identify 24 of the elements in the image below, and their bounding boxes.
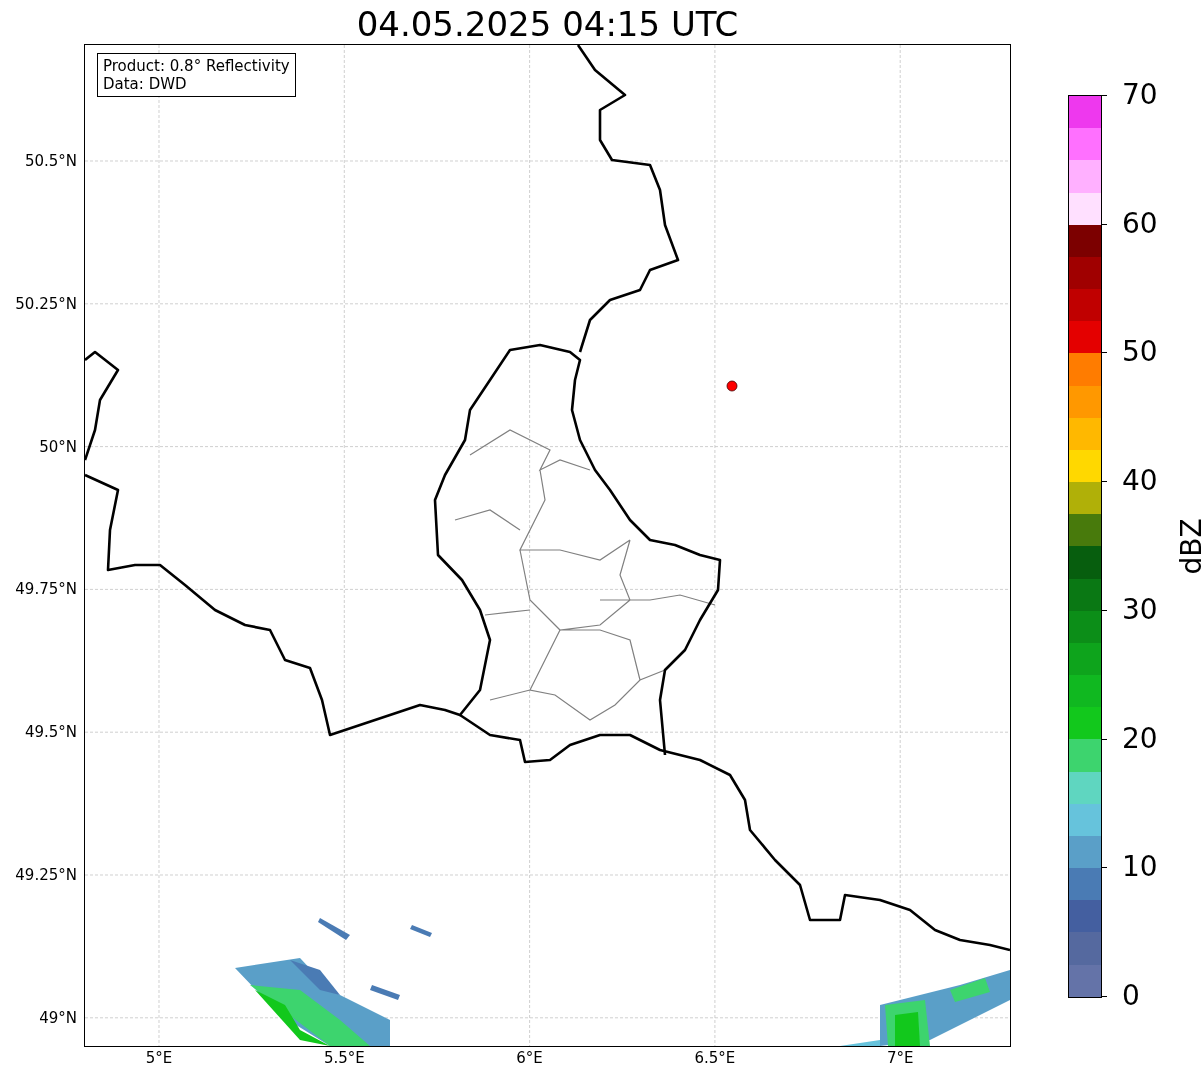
latitude-label: 50.25°N <box>15 294 77 313</box>
latitude-label: 49.5°N <box>24 723 77 742</box>
colorbar-tick-label: 0 <box>1122 980 1140 1012</box>
longitude-label: 5.5°E <box>322 1049 366 1067</box>
longitude-label: 7°E <box>885 1049 915 1067</box>
colorbar-tick-label: 50 <box>1122 336 1158 369</box>
latitude-label: 49.25°N <box>15 866 77 884</box>
colorbar-tick-label: 30 <box>1122 593 1158 626</box>
latitude-label: 50.5°N <box>24 152 77 170</box>
longitude-label: 5°E <box>144 1049 174 1067</box>
colorbar-tick-label: 10 <box>1122 851 1158 884</box>
plot-title: 04.05.2025 04:15 UTC <box>355 4 740 44</box>
latitude-label: 49.75°N <box>15 580 77 599</box>
longitude-label: 6°E <box>515 1049 544 1067</box>
colorbar-label: dBZ <box>1174 518 1202 575</box>
colorbar-tick-label: 20 <box>1122 722 1158 755</box>
longitude-label: 6.5°E <box>693 1049 737 1067</box>
legend-text: Product: 0.8° Reflectivity <box>103 57 290 75</box>
latitude-label: 49°N <box>39 1008 77 1027</box>
legend-text: Data: DWD <box>103 75 188 93</box>
colorbar-tick-label: 70 <box>1122 79 1158 111</box>
latitude-label: 50°N <box>39 437 77 456</box>
colorbar-tick-label: 60 <box>1122 207 1158 240</box>
colorbar-tick-label: 40 <box>1122 465 1158 498</box>
